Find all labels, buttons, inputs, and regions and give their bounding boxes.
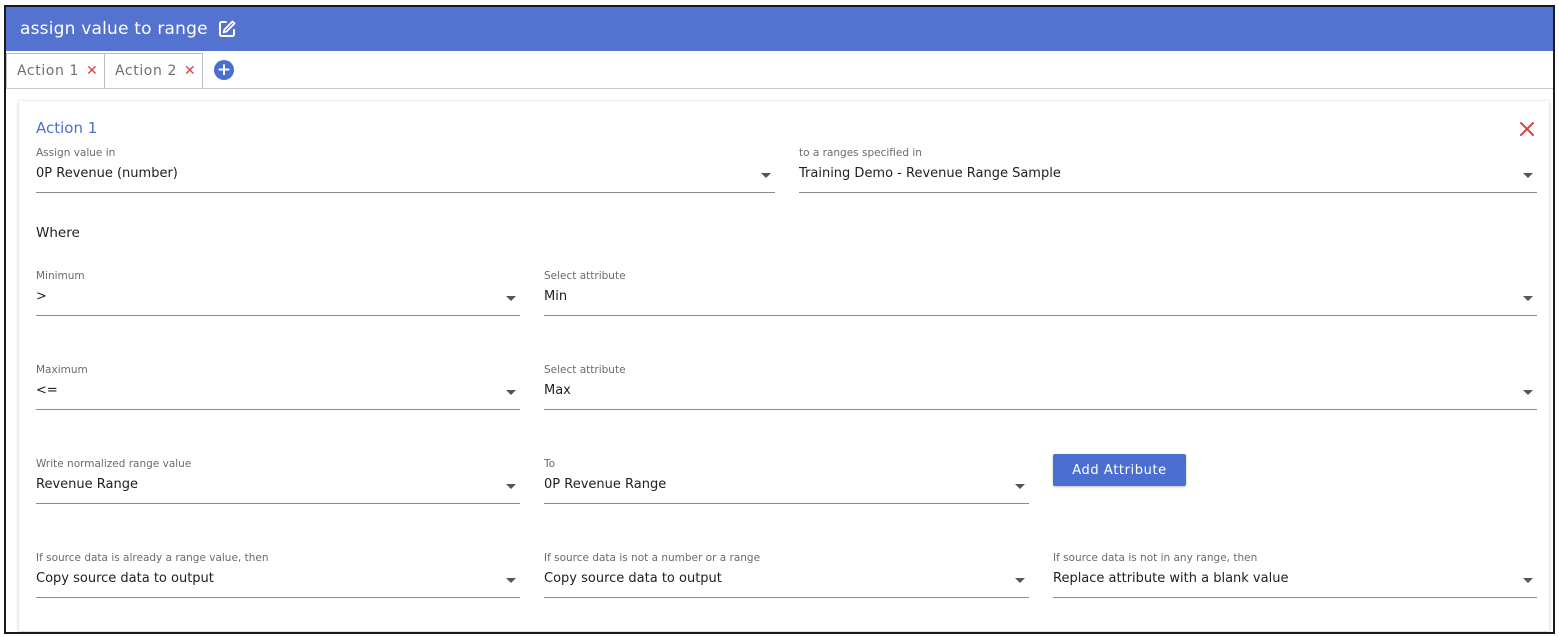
close-tab-icon[interactable]: ✕ bbox=[184, 63, 196, 79]
close-tab-icon[interactable]: ✕ bbox=[86, 63, 98, 79]
field-value: Max bbox=[544, 383, 571, 398]
dropdown-arrow-icon[interactable] bbox=[1523, 173, 1533, 178]
field-value: Min bbox=[544, 289, 568, 304]
field-value: Training Demo - Revenue Range Sample bbox=[799, 166, 1061, 181]
if-not-number-select[interactable]: If source data is not a number or a rang… bbox=[544, 552, 1029, 598]
if-range-value-select[interactable]: If source data is already a range value,… bbox=[36, 552, 520, 598]
page-title: assign value to range bbox=[20, 19, 208, 39]
field-value: Copy source data to output bbox=[36, 571, 214, 586]
app-window: assign value to range Action 1 ✕ Action … bbox=[4, 5, 1555, 634]
dropdown-arrow-icon[interactable] bbox=[506, 296, 516, 301]
field-label: Minimum bbox=[36, 270, 85, 282]
ranges-specified-in-select[interactable]: to a ranges specified in Training Demo -… bbox=[799, 147, 1537, 193]
if-not-in-range-select[interactable]: If source data is not in any range, then… bbox=[1053, 552, 1537, 598]
tab-action-2[interactable]: Action 2 ✕ bbox=[104, 53, 203, 88]
minimum-operator-select[interactable]: Minimum > bbox=[36, 270, 520, 316]
assign-value-in-select[interactable]: Assign value in 0P Revenue (number) bbox=[36, 147, 775, 193]
action-card: Action 1 Assign value in 0P Revenue (num… bbox=[19, 101, 1549, 631]
field-label: To bbox=[544, 458, 556, 470]
maximum-attribute-select[interactable]: Select attribute Max bbox=[544, 364, 1537, 410]
field-label: Maximum bbox=[36, 364, 88, 376]
dropdown-arrow-icon[interactable] bbox=[1015, 578, 1025, 583]
minimum-attribute-select[interactable]: Select attribute Min bbox=[544, 270, 1537, 316]
tab-bar: Action 1 ✕ Action 2 ✕ bbox=[6, 51, 1553, 89]
where-label: Where bbox=[36, 225, 80, 241]
field-value: Replace attribute with a blank value bbox=[1053, 571, 1289, 586]
action-title: Action 1 bbox=[36, 119, 98, 137]
dropdown-arrow-icon[interactable] bbox=[1523, 578, 1533, 583]
add-attribute-button[interactable]: Add Attribute bbox=[1053, 454, 1186, 486]
field-value: 0P Revenue Range bbox=[544, 477, 667, 492]
tab-label: Action 1 bbox=[17, 63, 80, 79]
edit-icon[interactable] bbox=[217, 19, 237, 39]
field-label: If source data is not a number or a rang… bbox=[544, 552, 761, 564]
field-label: Select attribute bbox=[544, 270, 626, 282]
field-label: Write normalized range value bbox=[36, 458, 192, 470]
tab-label: Action 2 bbox=[115, 63, 178, 79]
field-label: to a ranges specified in bbox=[799, 147, 922, 159]
field-value: Revenue Range bbox=[36, 477, 138, 492]
maximum-operator-select[interactable]: Maximum <= bbox=[36, 364, 520, 410]
write-normalized-range-select[interactable]: Write normalized range value Revenue Ran… bbox=[36, 458, 520, 504]
close-icon[interactable] bbox=[1519, 121, 1535, 137]
field-label: Assign value in bbox=[36, 147, 116, 159]
to-attribute-select[interactable]: To 0P Revenue Range bbox=[544, 458, 1029, 504]
dropdown-arrow-icon[interactable] bbox=[506, 390, 516, 395]
dropdown-arrow-icon[interactable] bbox=[1523, 296, 1533, 301]
add-tab-icon[interactable]: + bbox=[214, 60, 234, 80]
tab-action-1[interactable]: Action 1 ✕ bbox=[6, 53, 105, 88]
dropdown-arrow-icon[interactable] bbox=[1523, 390, 1533, 395]
field-label: If source data is already a range value,… bbox=[36, 552, 269, 564]
dropdown-arrow-icon[interactable] bbox=[506, 578, 516, 583]
field-value: 0P Revenue (number) bbox=[36, 166, 178, 181]
header-bar: assign value to range bbox=[6, 7, 1553, 51]
dropdown-arrow-icon[interactable] bbox=[761, 173, 771, 178]
field-label: If source data is not in any range, then bbox=[1053, 552, 1258, 564]
dropdown-arrow-icon[interactable] bbox=[506, 484, 516, 489]
field-value: <= bbox=[36, 383, 58, 398]
dropdown-arrow-icon[interactable] bbox=[1015, 484, 1025, 489]
field-value: Copy source data to output bbox=[544, 571, 722, 586]
field-value: > bbox=[36, 289, 47, 304]
field-label: Select attribute bbox=[544, 364, 626, 376]
